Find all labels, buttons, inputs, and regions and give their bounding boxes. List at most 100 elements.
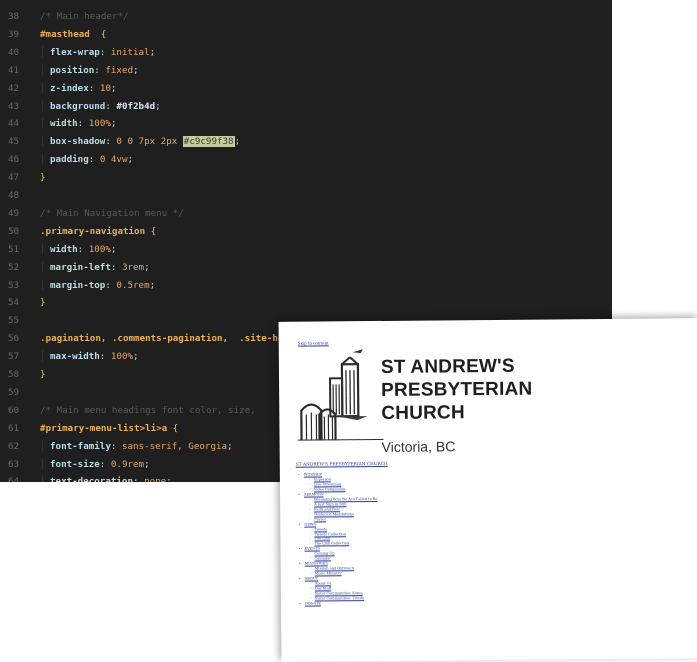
code-token: ; <box>144 459 150 470</box>
code-token: ; <box>150 280 156 291</box>
code-token: ; <box>166 476 172 482</box>
code-token: : <box>100 47 111 58</box>
code-token: /* Main menu headings font color, size, <box>40 405 256 416</box>
line-number: 41 <box>8 62 30 80</box>
primary-menu-list: WORSHIPIn-personLive StreamingVideo Comp… <box>304 472 379 607</box>
code-token: } <box>40 172 46 183</box>
code-line: 42 │z-index: 10; <box>0 80 612 98</box>
line-number: 44 <box>8 115 30 133</box>
code-text[interactable]: │z-index: 10; <box>40 80 116 98</box>
code-token: { <box>101 29 107 40</box>
code-text[interactable]: #primary-menu-list>li>a { <box>40 420 178 438</box>
code-token: font-family <box>50 441 111 452</box>
code-token: ; <box>235 136 241 147</box>
code-token: position <box>50 65 94 76</box>
code-text[interactable]: │flex-wrap: initial; <box>40 44 155 62</box>
code-token: #c9c99f38 <box>183 136 235 147</box>
line-number: 39 <box>8 26 30 44</box>
code-token: ; <box>155 101 161 112</box>
code-text[interactable]: │width: 100%; <box>40 241 116 259</box>
code-line: 38/* Main header*/ <box>0 8 612 26</box>
menu-item[interactable]: DONATE <box>305 601 378 607</box>
line-number: 61 <box>8 420 30 438</box>
code-token: z-index <box>50 83 89 94</box>
code-token: ; <box>144 262 150 273</box>
code-text[interactable]: │box-shadow: 0 0 7px 2px #c9c99f38; <box>40 133 240 151</box>
code-text[interactable]: │font-family: sans-serif, Georgia; <box>40 438 233 456</box>
code-token: 0 4vw <box>100 154 128 165</box>
line-number: 62 <box>8 438 30 456</box>
line-number: 56 <box>8 330 30 348</box>
code-token: 0 0 7px 2px <box>116 136 182 147</box>
line-number: 42 <box>8 80 30 98</box>
code-token: 10 <box>100 83 111 94</box>
code-token: 0.5rem <box>116 280 149 291</box>
site-title-link[interactable]: ST ANDREW'S PRESBYTERIAN CHURCH <box>296 462 388 468</box>
code-line: 48 <box>0 187 612 205</box>
line-number: 49 <box>8 205 30 223</box>
code-token: /* Main Navigation menu */ <box>40 208 184 219</box>
code-text[interactable]: │background: #0f2b4d; <box>40 98 161 116</box>
code-token: width <box>50 118 78 129</box>
code-token: : <box>133 476 144 482</box>
code-token: : <box>89 154 100 165</box>
code-text[interactable]: } <box>40 169 46 187</box>
code-token: box-shadow <box>50 136 105 147</box>
code-text[interactable]: /* Main Navigation menu */ <box>40 205 184 223</box>
code-text[interactable]: } <box>40 294 46 312</box>
code-token: ; <box>127 154 133 165</box>
code-text[interactable]: /* Main menu headings font color, size, <box>40 402 256 420</box>
line-number: 52 <box>8 259 30 277</box>
code-token: : <box>89 83 100 94</box>
code-token: padding <box>50 154 89 165</box>
website-screenshot: Skip to content ST ANDREW'S PRESBYTERIAN… <box>279 318 697 662</box>
code-token: { <box>151 226 157 237</box>
code-token: ; <box>111 244 117 255</box>
code-token: ; <box>111 83 117 94</box>
code-token: sans-serif, Georgia <box>122 441 227 452</box>
code-token: : <box>78 118 89 129</box>
code-text[interactable]: │margin-top: 0.5rem; <box>40 277 155 295</box>
code-line: 54} <box>0 294 612 312</box>
code-token: #primary-menu-list>li>a <box>40 423 173 434</box>
code-text[interactable]: /* Main header*/ <box>40 8 129 26</box>
code-token: ; <box>150 47 156 58</box>
code-token: : <box>105 136 116 147</box>
code-token: ; <box>227 441 233 452</box>
line-number: 43 <box>8 98 30 116</box>
code-text[interactable]: │max-width: 100%; <box>40 348 139 366</box>
code-text[interactable]: │font-size: 0.9rem; <box>40 456 150 474</box>
code-token: ; <box>133 351 139 362</box>
code-token: ; <box>133 65 139 76</box>
code-line: 43 │background: #0f2b4d; <box>0 98 612 116</box>
code-token: : <box>94 65 105 76</box>
line-number: 47 <box>8 169 30 187</box>
code-text[interactable]: │text-decoration: none; <box>40 473 172 482</box>
skip-to-content-link[interactable]: Skip to content <box>298 340 329 345</box>
org-name-line-1: ST ANDREW'S <box>381 356 515 379</box>
code-token: } <box>40 369 46 380</box>
code-text[interactable]: .primary-navigation { <box>40 223 156 241</box>
code-token: /* Main header*/ <box>40 11 129 22</box>
org-location: Victoria, BC <box>382 438 456 455</box>
code-token: #masthead <box>40 29 101 40</box>
code-line: 50.primary-navigation { <box>0 223 612 241</box>
code-text[interactable]: │padding: 0 4vw; <box>40 151 133 169</box>
code-token: font-size <box>50 459 100 470</box>
code-line: 46│padding: 0 4vw; <box>0 151 612 169</box>
line-number: 59 <box>8 384 30 402</box>
code-token: fixed <box>105 65 133 76</box>
code-text[interactable]: #masthead { <box>40 26 106 44</box>
code-text[interactable]: │position: fixed; <box>40 62 139 80</box>
line-number: 57 <box>8 348 30 366</box>
code-token: max-width <box>50 351 100 362</box>
line-number: 58 <box>8 366 30 384</box>
code-text[interactable]: │width: 100%; <box>40 115 116 133</box>
code-token: } <box>40 297 46 308</box>
code-text[interactable]: │margin-left: 3rem; <box>40 259 150 277</box>
line-number: 64 <box>8 473 30 482</box>
code-token: text-decoration <box>50 476 133 482</box>
code-text[interactable]: } <box>40 366 46 384</box>
code-token: initial <box>111 47 150 58</box>
line-number: 63 <box>8 456 30 474</box>
